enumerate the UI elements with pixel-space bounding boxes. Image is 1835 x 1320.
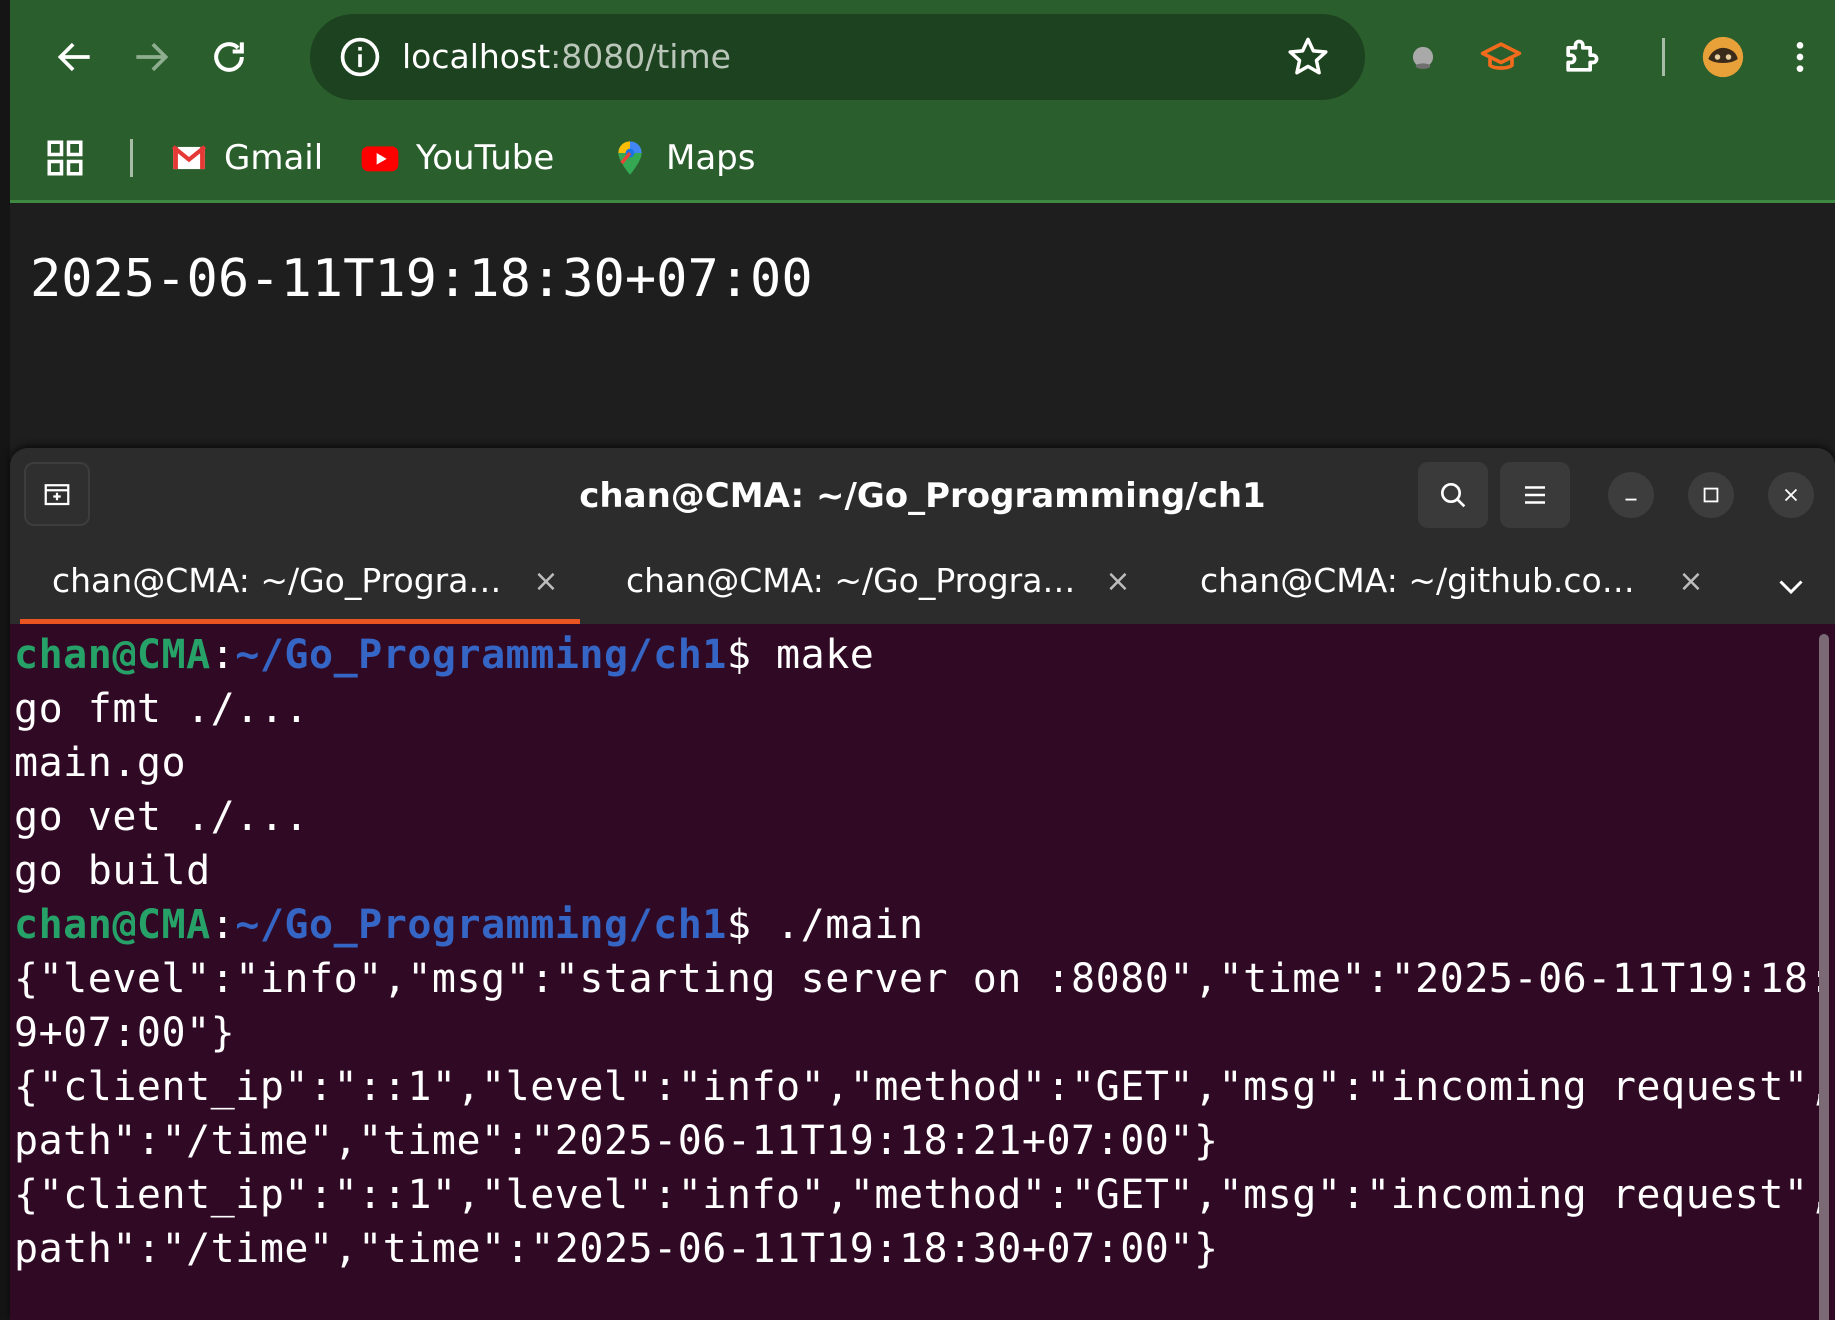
prompt-path: ~/Go_Programming/ch1 <box>235 902 727 948</box>
terminal-tab-bar: chan@CMA: ~/Go_Progra… × chan@CMA: ~/Go_… <box>10 544 1835 624</box>
url-host: localhost <box>402 37 551 76</box>
terminal-output-line: {"level":"info","msg":"starting server o… <box>14 956 1835 1002</box>
bookmark-youtube[interactable]: YouTube <box>360 115 554 200</box>
bookmark-gmail[interactable]: Gmail <box>170 115 323 200</box>
back-button[interactable] <box>38 20 112 94</box>
extensions-button[interactable] <box>1544 20 1618 94</box>
terminal-window: chan@CMA: ~/Go_Programming/ch1 chan@CMA:… <box>10 448 1835 1320</box>
browser-toolbar: localhost:8080/time <box>10 0 1835 115</box>
browser-menu-button[interactable] <box>1780 20 1820 94</box>
tab-close-icon[interactable]: × <box>1675 566 1707 598</box>
bookmarks-bar: Gmail YouTube Maps <box>10 115 1835 203</box>
terminal-output-line: go fmt ./... <box>14 686 309 732</box>
url-text[interactable]: localhost:8080/time <box>402 14 731 100</box>
prompt-colon: : <box>210 632 236 678</box>
new-tab-icon <box>44 484 70 506</box>
tab-overflow-chevron-down-icon[interactable] <box>1773 568 1809 604</box>
forward-arrow-icon <box>136 42 169 72</box>
graduation-cap-icon <box>1480 42 1522 70</box>
terminal-tab-1[interactable]: chan@CMA: ~/Go_Progra… × <box>10 544 580 624</box>
terminal-output-line: main.go <box>14 740 187 786</box>
terminal-menu-button[interactable] <box>1500 462 1570 528</box>
bookmark-maps-label: Maps <box>666 137 756 178</box>
terminal-output-line: go vet ./... <box>14 794 309 840</box>
terminal-output-line: path":"/time","time":"2025-06-11T19:18:2… <box>14 1118 1219 1164</box>
tab-close-icon[interactable]: × <box>530 566 562 598</box>
prompt-user: chan@CMA <box>14 632 211 678</box>
search-icon <box>1441 483 1466 508</box>
bookmark-star-icon[interactable] <box>1285 34 1331 80</box>
reload-icon <box>214 42 244 72</box>
terminal-output-line: go build <box>14 848 211 894</box>
terminal-prompt-line: chan@CMA:~/Go_Programming/ch1$ ./main <box>14 898 1805 952</box>
profile-avatar-icon <box>1702 36 1744 78</box>
prompt-command: $ ./main <box>726 902 924 948</box>
kebab-menu-icon <box>1796 42 1804 72</box>
maximize-icon <box>1703 487 1719 503</box>
terminal-tab-1-label: chan@CMA: ~/Go_Progra… <box>52 561 502 600</box>
prompt-path: ~/Go_Programming/ch1 <box>235 632 727 678</box>
minimize-button[interactable] <box>1608 472 1654 518</box>
extension-button-1[interactable] <box>1386 20 1460 94</box>
gmail-icon <box>171 144 207 169</box>
prompt-command: $ make <box>726 632 875 678</box>
terminal-scrollbar[interactable] <box>1819 634 1829 1320</box>
terminal-output-line: {"client_ip":"::1","level":"info","metho… <box>14 1064 1835 1110</box>
site-info-icon[interactable] <box>338 35 382 79</box>
terminal-prompt-line: chan@CMA:~/Go_Programming/ch1$ make <box>14 628 1805 682</box>
maximize-button[interactable] <box>1688 472 1734 518</box>
reload-button[interactable] <box>192 20 266 94</box>
terminal-tab-2[interactable]: chan@CMA: ~/Go_Progra… × <box>584 544 1154 624</box>
apps-grid-icon <box>47 140 83 175</box>
url-path: :8080/time <box>550 37 731 76</box>
terminal-output[interactable]: chan@CMA:~/Go_Programming/ch1$ make go fm… <box>10 624 1835 1320</box>
address-bar[interactable]: localhost:8080/time <box>310 14 1365 100</box>
forward-button[interactable] <box>114 20 188 94</box>
bookmark-maps[interactable]: Maps <box>610 115 755 200</box>
prompt-colon: : <box>210 902 236 948</box>
terminal-output-line: {"client_ip":"::1","level":"info","metho… <box>14 1172 1835 1218</box>
close-icon <box>1784 488 1798 502</box>
terminal-output-line: path":"/time","time":"2025-06-11T19:18:3… <box>14 1226 1219 1272</box>
puzzle-piece-icon <box>1566 39 1599 72</box>
back-arrow-icon <box>57 42 90 72</box>
youtube-icon <box>361 145 399 171</box>
toolbar-divider <box>1662 38 1665 76</box>
server-time-text: 2025-06-11T19:18:30+07:00 <box>30 249 813 309</box>
bookmarks-divider <box>130 139 133 177</box>
grey-dot-extension-icon <box>1412 46 1434 69</box>
terminal-tab-2-label: chan@CMA: ~/Go_Progra… <box>626 561 1076 600</box>
bookmark-youtube-label: YouTube <box>416 137 555 178</box>
maps-pin-icon <box>618 140 642 175</box>
profile-button[interactable] <box>1686 20 1760 94</box>
terminal-tab-3-label: chan@CMA: ~/github.co… <box>1200 561 1635 600</box>
tab-close-icon[interactable]: × <box>1102 566 1134 598</box>
close-window-button[interactable] <box>1768 472 1814 518</box>
browser-window: localhost:8080/time Gmail YouTube Maps 2… <box>10 0 1835 460</box>
hamburger-menu-icon <box>1525 486 1545 504</box>
bookmark-gmail-label: Gmail <box>224 137 324 178</box>
search-button[interactable] <box>1418 462 1488 528</box>
browser-page-content: 2025-06-11T19:18:30+07:00 <box>10 203 1835 460</box>
new-tab-button[interactable] <box>24 462 90 526</box>
terminal-output-line: 9+07:00"} <box>14 1010 236 1056</box>
terminal-header-bar: chan@CMA: ~/Go_Programming/ch1 <box>10 448 1835 544</box>
terminal-tab-3[interactable]: chan@CMA: ~/github.co… × <box>1158 544 1728 624</box>
extension-button-2[interactable] <box>1464 20 1538 94</box>
apps-shortcut[interactable] <box>44 115 86 200</box>
prompt-user: chan@CMA <box>14 902 211 948</box>
terminal-text: chan@CMA:~/Go_Programming/ch1$ make go fm… <box>14 628 1835 1276</box>
minimize-icon <box>1625 498 1637 501</box>
